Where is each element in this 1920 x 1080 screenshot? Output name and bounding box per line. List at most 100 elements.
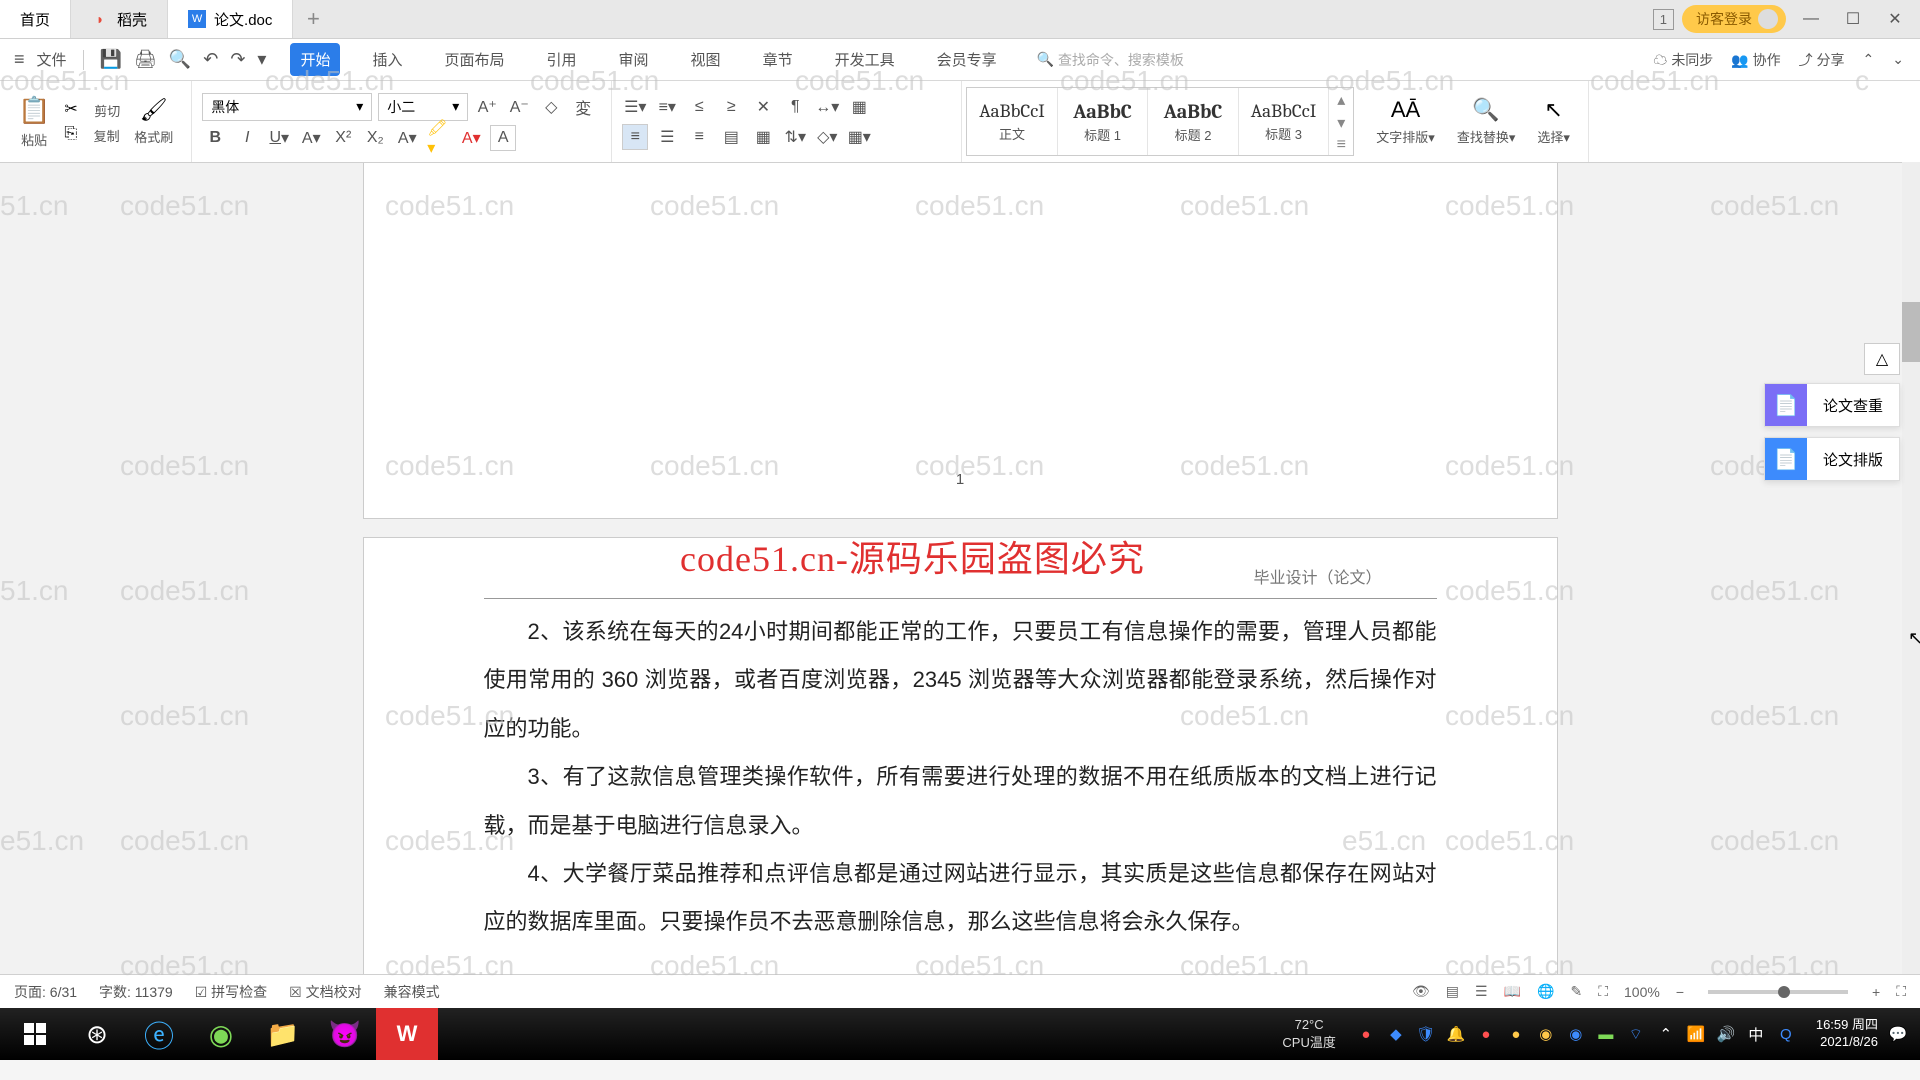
- new-tab-button[interactable]: +: [293, 0, 333, 38]
- zoom-slider[interactable]: [1708, 990, 1848, 994]
- tray-icon-7[interactable]: ◉: [1536, 1024, 1556, 1044]
- tray-action-center-icon[interactable]: 💬: [1888, 1024, 1908, 1044]
- line-spacing-button[interactable]: ⇅▾: [782, 124, 808, 150]
- find-replace-button[interactable]: 🔍查找替换▾: [1449, 97, 1524, 146]
- file-menu[interactable]: 文件: [37, 49, 67, 70]
- style-normal[interactable]: AaBbCcI正文: [967, 88, 1058, 155]
- align-right-button[interactable]: ≡: [686, 124, 712, 150]
- guest-login-button[interactable]: 访客登录: [1682, 5, 1786, 33]
- qat-dropdown-icon[interactable]: ▾: [257, 49, 266, 70]
- print-icon[interactable]: 🖨: [134, 49, 157, 70]
- proofread-toggle[interactable]: ☒ 文档校对: [289, 982, 361, 1002]
- select-button[interactable]: ↖选择▾: [1529, 97, 1578, 146]
- edit-icon[interactable]: ✎: [1570, 983, 1582, 1000]
- ribbon-collapse-up-icon[interactable]: ⌃: [1863, 51, 1875, 68]
- preview-icon[interactable]: 🔍: [169, 49, 191, 70]
- reading-view-icon[interactable]: 📖: [1504, 983, 1521, 1000]
- field-button[interactable]: ▦▾: [846, 124, 872, 150]
- tray-icon-5[interactable]: ●: [1476, 1024, 1496, 1044]
- tray-wifi-icon[interactable]: 📶: [1686, 1024, 1706, 1044]
- taskbar-app1[interactable]: 😈: [314, 1008, 376, 1060]
- font-size-select[interactable]: 小二▾: [378, 93, 468, 121]
- borders-button[interactable]: ▦: [846, 94, 872, 120]
- grow-font-icon[interactable]: A⁺: [474, 94, 500, 120]
- menu-start[interactable]: 开始: [290, 43, 340, 76]
- format-painter-button[interactable]: 🖌格式刷: [126, 97, 181, 146]
- sort-button[interactable]: ✕: [750, 94, 776, 120]
- thesis-check-button[interactable]: 📄论文查重: [1764, 383, 1900, 427]
- style-h3[interactable]: AaBbCcI标题 3: [1239, 88, 1330, 155]
- outline-view-icon[interactable]: ☰: [1475, 983, 1488, 1000]
- char-spacing-button[interactable]: ↔▾: [814, 94, 840, 120]
- undo-icon[interactable]: ↶: [203, 49, 218, 70]
- highlight-button[interactable]: 🖍▾: [426, 125, 452, 151]
- save-icon[interactable]: 💾: [100, 49, 122, 70]
- superscript-button[interactable]: X²: [330, 125, 356, 151]
- clear-format-icon[interactable]: ◇: [538, 94, 564, 120]
- ribbon-collapse-down-icon[interactable]: ⌄: [1892, 51, 1904, 68]
- tab-home[interactable]: 首页: [0, 0, 71, 38]
- tray-icon-2[interactable]: ◆: [1386, 1024, 1406, 1044]
- command-search[interactable]: 🔍 查找命令、搜索模板: [1037, 50, 1184, 70]
- shrink-font-icon[interactable]: A⁻: [506, 94, 532, 120]
- taskbar-wps[interactable]: W: [376, 1008, 438, 1060]
- bullets-button[interactable]: ☰▾: [622, 94, 648, 120]
- tray-icon-q[interactable]: Q: [1776, 1024, 1796, 1044]
- redo-icon[interactable]: ↷: [230, 49, 245, 70]
- taskbar-browser[interactable]: ◉: [190, 1008, 252, 1060]
- tray-icon-1[interactable]: ●: [1356, 1024, 1376, 1044]
- tab-doc[interactable]: W论文.doc: [168, 0, 293, 38]
- style-h1[interactable]: AaBbC标题 1: [1058, 88, 1149, 155]
- menu-review[interactable]: 审阅: [609, 43, 659, 76]
- scrollbar-thumb[interactable]: [1902, 302, 1920, 362]
- web-view-icon[interactable]: 🌐: [1537, 983, 1554, 1000]
- zoom-out-button[interactable]: −: [1676, 984, 1684, 1000]
- inc-indent-button[interactable]: ≥: [718, 94, 744, 120]
- minimize-button[interactable]: —: [1794, 0, 1828, 38]
- style-down-icon[interactable]: ▾: [1337, 113, 1345, 133]
- fit-width-icon[interactable]: ⛶: [1598, 983, 1608, 1000]
- cut-button[interactable]: ✂ 剪切: [64, 97, 120, 122]
- taskbar-cortana[interactable]: ⊛: [66, 1008, 128, 1060]
- hamburger-icon[interactable]: ≡: [14, 49, 25, 70]
- phonetic-icon[interactable]: 変: [570, 94, 596, 120]
- taskbar-weather[interactable]: 72°CCPU温度: [1282, 1017, 1335, 1051]
- menu-dev[interactable]: 开发工具: [825, 43, 905, 76]
- distribute-button[interactable]: ▦: [750, 124, 776, 150]
- word-count[interactable]: 字数: 11379: [99, 982, 173, 1002]
- sync-button[interactable]: ☁ 未同步: [1653, 50, 1713, 70]
- start-button[interactable]: [4, 1008, 66, 1060]
- tab-doke[interactable]: ◗稻壳: [71, 0, 168, 38]
- eye-icon[interactable]: 👁: [1412, 983, 1430, 1000]
- page-indicator[interactable]: 页面: 6/31: [14, 982, 77, 1002]
- char-border-button[interactable]: A: [490, 125, 516, 151]
- underline-button[interactable]: U▾: [266, 125, 292, 151]
- spell-check-toggle[interactable]: ☑ 拼写检查: [195, 982, 267, 1002]
- maximize-button[interactable]: ☐: [1836, 0, 1870, 38]
- menu-layout[interactable]: 页面布局: [435, 43, 515, 76]
- shading-button[interactable]: ◇▾: [814, 124, 840, 150]
- fullscreen-icon[interactable]: ⛶: [1896, 983, 1906, 1000]
- dec-indent-button[interactable]: ≤: [686, 94, 712, 120]
- thesis-typeset-button[interactable]: 📄论文排版: [1764, 437, 1900, 481]
- font-color-button[interactable]: A▾: [458, 125, 484, 151]
- close-button[interactable]: ✕: [1878, 0, 1912, 38]
- style-h2[interactable]: AaBbC标题 2: [1148, 88, 1239, 155]
- tray-icon-8[interactable]: ◉: [1566, 1024, 1586, 1044]
- tray-icon-9[interactable]: ▬: [1596, 1024, 1616, 1044]
- typeset-button[interactable]: AĀ文字排版▾: [1368, 97, 1443, 146]
- style-gallery[interactable]: AaBbCcI正文 AaBbC标题 1 AaBbC标题 2 AaBbCcI标题 …: [966, 87, 1354, 156]
- share-button[interactable]: ⤴ 分享: [1799, 50, 1845, 70]
- tray-icon-3[interactable]: 🛡: [1416, 1024, 1436, 1044]
- tray-volume-icon[interactable]: 🔊: [1716, 1024, 1736, 1044]
- vertical-scrollbar[interactable]: [1902, 162, 1920, 974]
- style-up-icon[interactable]: ▴: [1337, 90, 1345, 110]
- menu-chapter[interactable]: 章节: [753, 43, 803, 76]
- tray-notification-icon[interactable]: 🔔: [1446, 1024, 1466, 1044]
- font-name-select[interactable]: 黑体▾: [202, 93, 372, 121]
- taskbar-ie[interactable]: ⓔ: [128, 1008, 190, 1060]
- bold-button[interactable]: B: [202, 125, 228, 151]
- side-panel-toggle[interactable]: △: [1864, 343, 1900, 375]
- text-effect-button[interactable]: A▾: [394, 125, 420, 151]
- subscript-button[interactable]: X₂: [362, 125, 388, 151]
